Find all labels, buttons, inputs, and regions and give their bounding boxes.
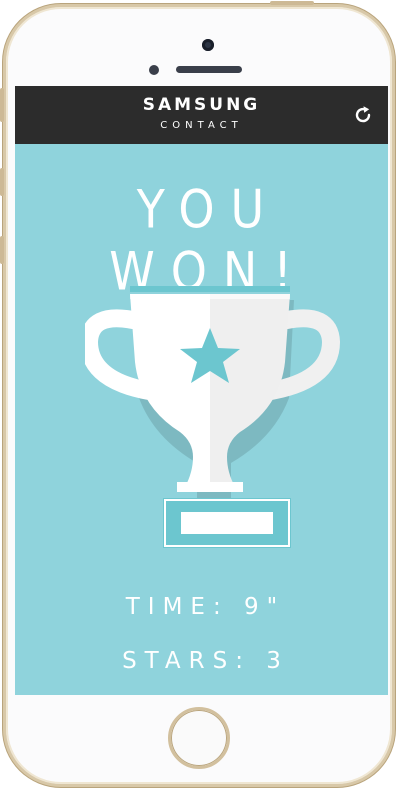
trophy-icon bbox=[85, 286, 341, 548]
time-result: TIME: 9" bbox=[125, 594, 286, 620]
front-camera bbox=[202, 39, 214, 51]
brand-title: SAMSUNG bbox=[142, 95, 261, 115]
volume-down-button bbox=[0, 236, 4, 264]
app-header: SAMSUNG CONTACT bbox=[15, 86, 388, 144]
mute-switch bbox=[0, 88, 4, 122]
earpiece-speaker bbox=[176, 66, 242, 73]
stars-result: STARS: 3 bbox=[122, 648, 289, 674]
power-button bbox=[270, 1, 314, 5]
home-button[interactable] bbox=[168, 707, 230, 769]
proximity-sensor bbox=[149, 65, 159, 75]
app-screen: SAMSUNG CONTACT YOU WON! TIME: 9" STARS:… bbox=[15, 86, 388, 695]
brand-subtitle: CONTACT bbox=[160, 120, 243, 131]
refresh-icon[interactable] bbox=[352, 104, 374, 126]
volume-up-button bbox=[0, 168, 4, 196]
